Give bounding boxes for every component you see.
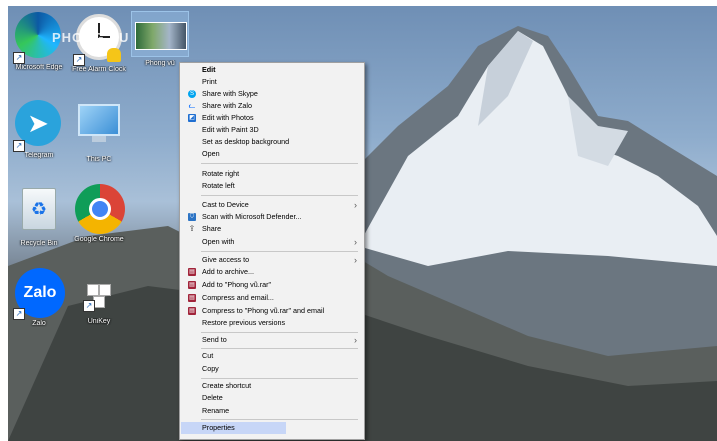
menu-item-rename[interactable]: Rename [181, 405, 363, 417]
menu-item-delete[interactable]: Delete [181, 392, 363, 404]
menu-separator [201, 332, 358, 333]
chevron-right-icon: › [354, 200, 357, 210]
computer-icon [75, 104, 123, 152]
share-icon: ⇪ [188, 224, 196, 233]
watermark: PHONG VU [52, 30, 130, 45]
zalo-icon: Zalo ↗ [13, 268, 65, 320]
desktop-icon-recycle-bin[interactable]: ♻ Recycle Bin [10, 184, 68, 247]
menu-item-print[interactable]: Print [181, 76, 363, 88]
desktop-icon-this-pc[interactable]: This PC [70, 100, 128, 163]
unikey-icon: ↗ [75, 278, 123, 314]
chrome-icon [75, 184, 125, 234]
menu-item-add-to-archive[interactable]: ▤ Add to archive... [181, 266, 363, 278]
menu-item-properties[interactable]: Properties [181, 422, 286, 434]
menu-separator [201, 163, 358, 164]
menu-separator [201, 419, 358, 420]
skype-icon: S [188, 90, 196, 98]
menu-separator [201, 378, 358, 379]
menu-item-send-to[interactable]: Send to › [181, 334, 363, 346]
menu-item-cast-to-device[interactable]: Cast to Device › [181, 199, 363, 211]
winrar-icon: ▤ [188, 281, 196, 289]
winrar-icon: ▤ [188, 307, 196, 315]
menu-separator [201, 348, 358, 349]
photos-icon: ◩ [188, 114, 196, 122]
menu-item-rotate-left[interactable]: Rotate left [181, 180, 363, 192]
menu-item-cut[interactable]: Cut [181, 350, 363, 362]
menu-item-edit-photos[interactable]: ◩ Edit with Photos [181, 112, 363, 124]
menu-item-restore-versions[interactable]: Restore previous versions [181, 317, 363, 329]
context-menu: Edit Print S Share with Skype ᓚ Share with… [179, 62, 365, 440]
menu-item-create-shortcut[interactable]: Create shortcut [181, 380, 363, 392]
zalo-small-icon: ᓚ [188, 101, 196, 110]
menu-separator [201, 195, 358, 196]
chevron-right-icon: › [354, 335, 357, 345]
chevron-right-icon: › [354, 255, 357, 265]
menu-item-scan-defender[interactable]: ⛉ Scan with Microsoft Defender... [181, 211, 363, 223]
chevron-right-icon: › [354, 237, 357, 247]
menu-item-share-zalo[interactable]: ᓚ Share with Zalo [181, 100, 363, 112]
desktop-icon-telegram[interactable]: ➤ ↗ Telegram [10, 100, 68, 159]
menu-item-set-background[interactable]: Set as desktop background [181, 136, 363, 148]
winrar-icon: ▤ [188, 268, 196, 276]
telegram-icon: ➤ ↗ [13, 100, 63, 152]
desktop-icon-zalo[interactable]: Zalo ↗ Zalo [10, 268, 68, 327]
winrar-icon: ▤ [188, 294, 196, 302]
menu-item-compress-email[interactable]: ▤ Compress and email... [181, 292, 363, 304]
desktop-icon-unikey[interactable]: ↗ UniKey [70, 278, 128, 325]
menu-item-open[interactable]: Open [181, 148, 363, 160]
menu-item-rotate-right[interactable]: Rotate right [181, 168, 363, 180]
menu-item-edit[interactable]: Edit [181, 64, 363, 76]
menu-item-add-to-rar[interactable]: ▤ Add to "Phong vũ.rar" [181, 279, 363, 291]
recycle-bin-icon: ♻ [15, 188, 63, 236]
menu-item-share[interactable]: ⇪ Share [181, 223, 363, 235]
menu-item-give-access[interactable]: Give access to › [181, 254, 363, 266]
photo-thumbnail-icon [131, 11, 189, 57]
menu-item-share-skype[interactable]: S Share with Skype [181, 88, 363, 100]
menu-item-compress-rar-email[interactable]: ▤ Compress to "Phong vũ.rar" and email [181, 305, 363, 317]
defender-icon: ⛉ [188, 213, 196, 221]
menu-item-edit-paint3d[interactable]: Edit with Paint 3D [181, 124, 363, 136]
menu-item-open-with[interactable]: Open with › [181, 236, 363, 248]
desktop-icon-phong-vu[interactable]: Phong vũ [131, 11, 189, 67]
menu-separator [201, 251, 358, 252]
menu-item-copy[interactable]: Copy [181, 363, 363, 375]
desktop-icon-chrome[interactable]: Google Chrome [70, 184, 128, 243]
